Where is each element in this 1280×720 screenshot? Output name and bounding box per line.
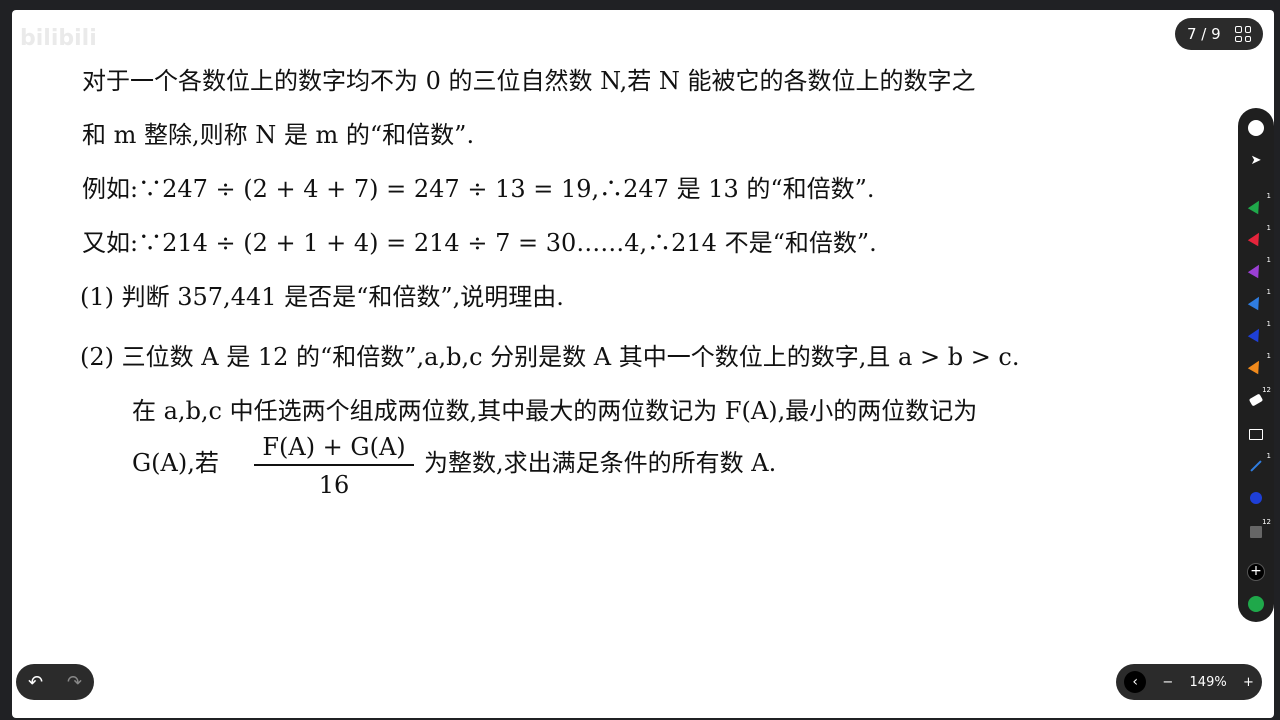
watermark-logo: bilibili [20,26,97,51]
fraction-bar [254,464,414,466]
shape-tool-button[interactable] [1238,486,1274,510]
darkblue-pen-icon [1247,325,1265,343]
pointer-tool-button[interactable]: ➤ [1238,148,1274,172]
play-button[interactable] [1238,592,1274,616]
purple-pen-button[interactable]: 1 [1238,256,1274,282]
darkblue-pen-button[interactable]: 1 [1238,320,1274,346]
image-tool-button[interactable] [1238,422,1274,446]
question-1: (1) 判断 357,441 是否是“和倍数”,说明理由. [80,283,564,311]
fraction-denominator: 16 [318,471,350,499]
fraction-numerator: F(A) + G(A) [262,433,406,461]
eraser-button[interactable]: 12 [1238,386,1274,412]
annotation-toolbar: ➤ 1 1 1 1 1 1 12 1 12 + [1238,108,1274,622]
zoom-in-icon[interactable]: + [1243,675,1254,690]
pointer-icon: ➤ [1250,152,1262,168]
line-tool-button[interactable]: 1 [1238,452,1274,478]
hand-tool-button[interactable] [1238,116,1274,140]
top-bar [0,0,1280,10]
image-icon [1249,428,1263,440]
text-tool-button[interactable]: 12 [1238,518,1274,544]
text-icon [1250,526,1262,538]
zoom-out-icon[interactable]: − [1162,675,1173,690]
back-chevron-icon[interactable]: ‹ [1124,671,1147,693]
orange-pen-icon [1247,357,1265,375]
circle-icon [1250,492,1262,504]
question-2-line-3-suffix: 为整数,求出满足条件的所有数 A. [424,449,777,477]
problem-line-1: 对于一个各数位上的数字均不为 0 的三位自然数 N,若 N 能被它的各数位上的数… [82,67,976,95]
play-icon [1248,596,1264,612]
redo-icon[interactable]: ↷ [67,672,82,693]
orange-pen-button[interactable]: 1 [1238,352,1274,378]
undo-icon[interactable]: ↶ [28,672,43,693]
hand-icon [1248,120,1264,136]
page-indicator[interactable]: 7 / 9 [1175,18,1263,50]
problem-line-2: 和 m 整除,则称 N 是 m 的“和倍数”. [82,121,475,149]
page-number: 7 / 9 [1187,25,1221,43]
question-2-line-3-prefix: G(A),若 [132,449,219,477]
add-button[interactable]: + [1238,560,1274,584]
eraser-icon [1248,393,1264,407]
blue-pen-button[interactable]: 1 [1238,288,1274,314]
question-2-line-2: 在 a,b,c 中任选两个组成两位数,其中最大的两位数记为 F(A),最小的两位… [132,397,978,425]
green-pen-icon [1247,197,1265,215]
purple-pen-icon [1247,261,1265,279]
green-pen-button[interactable]: 1 [1238,192,1274,218]
question-2-line-1: (2) 三位数 A 是 12 的“和倍数”,a,b,c 分别是数 A 其中一个数… [80,343,1020,371]
plus-icon: + [1247,563,1265,581]
undo-redo-controls: ↶ ↷ [16,664,94,700]
problem-example-2: 又如:∵214 ÷ (2 + 1 + 4) = 214 ÷ 7 = 30……4,… [82,229,877,257]
grid-view-icon[interactable] [1235,26,1251,42]
fraction: F(A) + G(A) 16 [254,432,414,500]
line-icon [1250,460,1262,472]
red-pen-icon [1247,229,1265,247]
zoom-controls: ‹ − 149% + [1116,664,1262,700]
problem-example-1: 例如:∵247 ÷ (2 + 4 + 7) = 247 ÷ 13 = 19,∴2… [82,175,875,203]
zoom-level: 149% [1189,674,1227,690]
red-pen-button[interactable]: 1 [1238,224,1274,250]
blue-pen-icon [1247,293,1265,311]
